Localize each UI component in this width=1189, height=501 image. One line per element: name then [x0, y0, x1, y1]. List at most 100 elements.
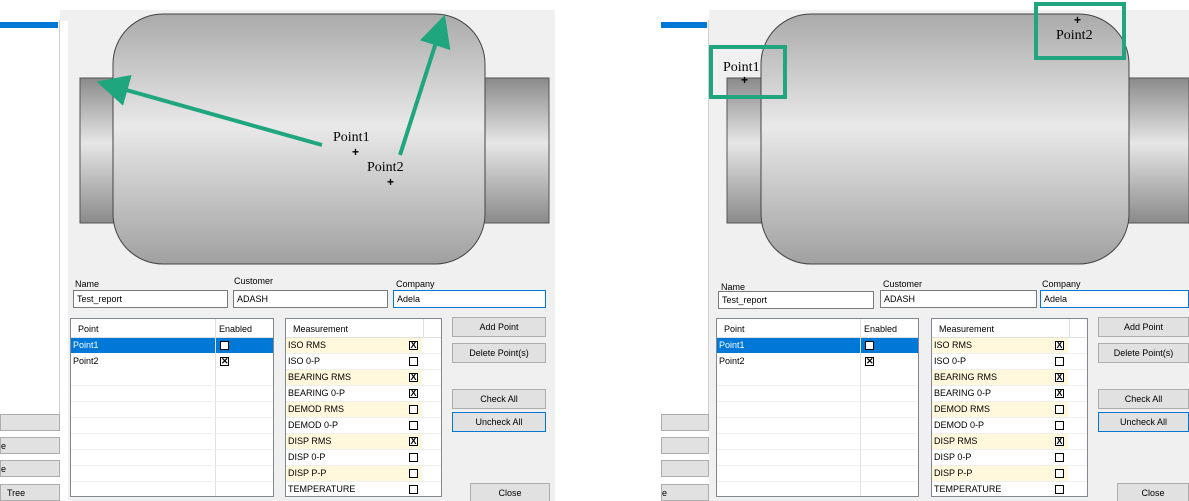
company-field[interactable]: Adela — [1040, 290, 1189, 308]
list-item[interactable]: DISP 0-P — [286, 450, 422, 466]
close-button[interactable]: Close — [1117, 483, 1189, 501]
check-all-button[interactable]: Check All — [1098, 389, 1189, 409]
measurement-checkbox[interactable]: X — [409, 389, 418, 398]
grid-line — [717, 401, 918, 402]
table-row[interactable]: Point2 — [717, 354, 860, 369]
measurement-checkbox[interactable]: X — [1055, 373, 1064, 382]
measurement-label: TEMPERATURE — [288, 484, 356, 494]
list-item[interactable]: DISP P-P — [932, 466, 1068, 482]
measurement-checkbox[interactable]: X — [1055, 341, 1064, 350]
arrow-to-point1-location — [96, 74, 323, 147]
side-button-1[interactable] — [0, 414, 60, 431]
measurement-header[interactable]: Measurement — [939, 324, 994, 334]
check-all-button[interactable]: Check All — [452, 389, 546, 409]
measurement-checkbox[interactable] — [409, 453, 418, 462]
delete-points-button[interactable]: Delete Point(s) — [452, 343, 546, 363]
side-button-3[interactable] — [661, 460, 709, 477]
list-item[interactable]: DEMOD 0-P — [932, 418, 1068, 434]
measurement-checkbox[interactable] — [409, 357, 418, 366]
list-item[interactable]: DISP RMS — [286, 434, 422, 450]
side-button-2[interactable] — [661, 437, 709, 454]
measurement-checkbox[interactable]: X — [1055, 437, 1064, 446]
measurement-checkbox[interactable] — [1055, 469, 1064, 478]
list-item[interactable]: ISO RMS — [286, 338, 422, 354]
uncheck-all-button[interactable]: Uncheck All — [1098, 412, 1189, 432]
measurement-checkbox[interactable]: X — [409, 341, 418, 350]
side-button-2[interactable]: e — [0, 437, 60, 454]
measurement-table: Measurement ISO RMS X ISO 0-P BEARING RMS X B… — [285, 318, 442, 497]
measurement-checkbox[interactable] — [409, 405, 418, 414]
measurement-checkbox[interactable]: X — [409, 437, 418, 446]
col-point-header[interactable]: Point — [78, 324, 99, 334]
measurement-header[interactable]: Measurement — [293, 324, 348, 334]
side-button-1[interactable] — [661, 414, 709, 431]
measurement-label: BEARING 0-P — [934, 388, 992, 398]
measurement-checkbox[interactable]: X — [1055, 389, 1064, 398]
measurement-checkbox[interactable] — [1055, 405, 1064, 414]
grid-line — [71, 385, 273, 386]
list-item[interactable]: TEMPERATURE — [932, 482, 1068, 496]
col-enabled-header[interactable]: Enabled — [219, 324, 252, 334]
annotation-arrows — [96, 14, 451, 156]
name-field[interactable]: Test_report — [718, 291, 874, 309]
list-item[interactable]: BEARING 0-P — [286, 386, 422, 402]
list-item[interactable]: DEMOD RMS — [932, 402, 1068, 418]
list-item[interactable]: DISP P-P — [286, 466, 422, 482]
grid-line — [717, 465, 918, 466]
company-field[interactable]: Adela — [393, 290, 546, 308]
list-item[interactable]: DISP 0-P — [932, 450, 1068, 466]
list-item[interactable]: ISO 0-P — [932, 354, 1068, 370]
enabled-checkbox[interactable]: ✕ — [865, 341, 874, 350]
grid-line — [717, 417, 918, 418]
grid-line — [71, 481, 273, 482]
delete-points-button[interactable]: Delete Point(s) — [1098, 343, 1189, 363]
grid-line — [717, 385, 918, 386]
measurement-label: DISP 0-P — [934, 452, 972, 462]
list-item[interactable]: ISO 0-P — [286, 354, 422, 370]
customer-field[interactable]: ADASH — [880, 290, 1037, 308]
list-item[interactable]: BEARING 0-P — [932, 386, 1068, 402]
grid-line — [71, 401, 273, 402]
measurement-checkbox[interactable] — [409, 485, 418, 494]
col-enabled-header[interactable]: Enabled — [864, 324, 897, 334]
table-row[interactable]: Point2 — [71, 354, 215, 369]
list-item[interactable]: BEARING RMS — [932, 370, 1068, 386]
highlight-box-point2 — [1034, 2, 1126, 60]
measurement-label: DISP P-P — [288, 468, 327, 478]
list-item[interactable]: ISO RMS — [932, 338, 1068, 354]
list-item[interactable]: DISP RMS — [932, 434, 1068, 450]
table-row[interactable]: Point1 — [71, 338, 215, 353]
name-field[interactable]: Test_report — [73, 290, 228, 308]
add-point-button[interactable]: Add Point — [452, 317, 546, 337]
measurement-checkbox[interactable]: X — [409, 373, 418, 382]
list-item[interactable]: TEMPERATURE — [286, 482, 422, 496]
measurement-checkbox[interactable] — [1055, 453, 1064, 462]
close-button[interactable]: Close — [470, 483, 550, 501]
measurement-checkbox[interactable] — [1055, 357, 1064, 366]
uncheck-all-button[interactable]: Uncheck All — [452, 412, 546, 432]
measurement-checkbox[interactable] — [1055, 421, 1064, 430]
measurement-checkbox[interactable] — [409, 469, 418, 478]
table-row-enabled-cell[interactable]: ✕ — [216, 338, 273, 353]
add-point-button[interactable]: Add Point — [1098, 317, 1189, 337]
measurement-checkbox[interactable] — [409, 421, 418, 430]
enabled-checkbox[interactable]: ✕ — [220, 341, 229, 350]
col-point-header[interactable]: Point — [724, 324, 745, 334]
measurement-label: ISO RMS — [288, 340, 327, 350]
grid-line — [71, 465, 273, 466]
side-button-4[interactable]: e — [661, 484, 709, 501]
list-item[interactable]: BEARING RMS — [286, 370, 422, 386]
side-button-tree[interactable]: Tree — [0, 484, 60, 501]
sidebar-selected-item[interactable] — [661, 22, 707, 28]
measurement-checkbox[interactable] — [1055, 485, 1064, 494]
customer-field[interactable]: ADASH — [233, 290, 388, 308]
enabled-checkbox[interactable]: ✕ — [220, 357, 229, 366]
side-button-3[interactable]: e — [0, 460, 60, 477]
table-row-enabled-cell[interactable]: ✕ — [861, 338, 918, 353]
enabled-checkbox[interactable]: ✕ — [865, 357, 874, 366]
list-item[interactable]: DEMOD RMS — [286, 402, 422, 418]
list-item[interactable]: DEMOD 0-P — [286, 418, 422, 434]
company-label: Company — [396, 279, 435, 289]
table-row[interactable]: Point1 — [717, 338, 860, 353]
measurement-label: BEARING 0-P — [288, 388, 346, 398]
